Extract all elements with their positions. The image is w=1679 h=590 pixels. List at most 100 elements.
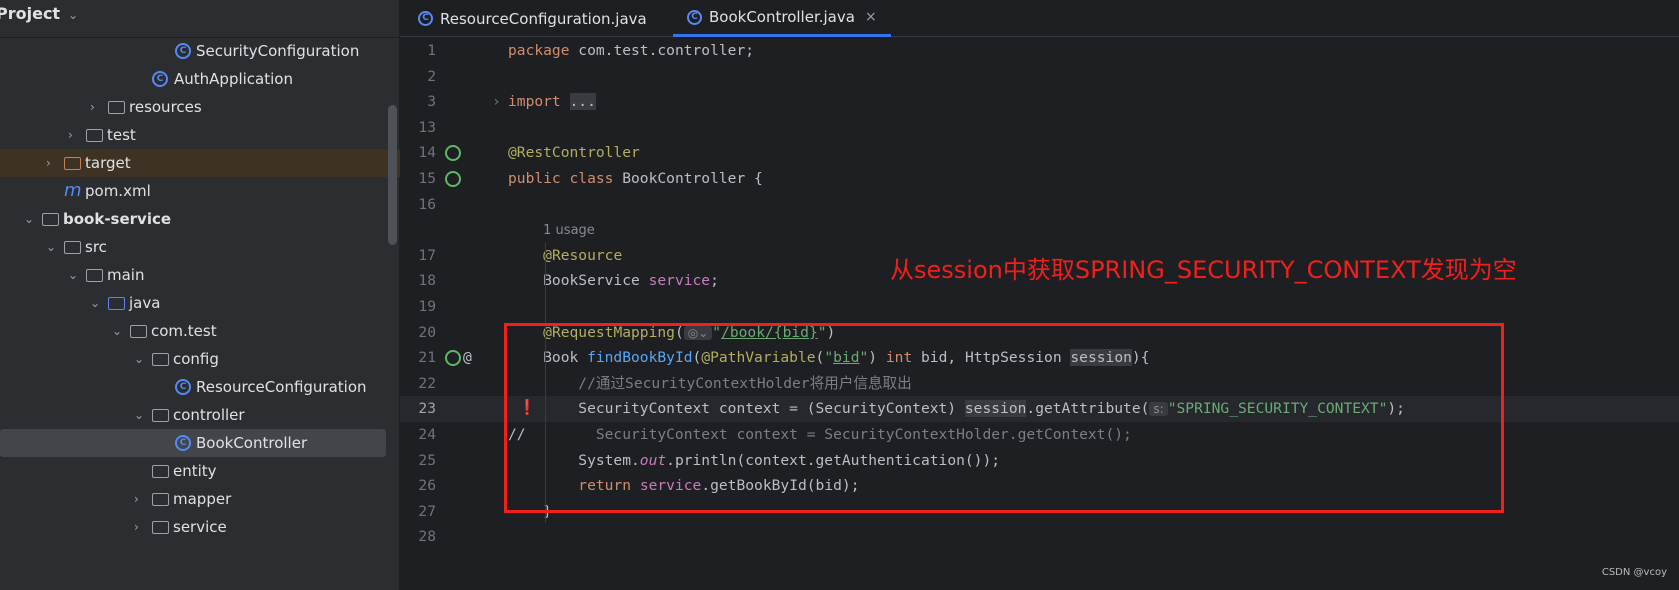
tree-item[interactable]: ⌄ controller [0, 401, 386, 429]
spring-bean-icon[interactable] [445, 145, 461, 162]
code-text: 1 usage [508, 217, 595, 244]
package-icon [152, 521, 169, 534]
tree-item-label: SecurityConfiguration [196, 42, 360, 60]
tree-item[interactable]: C AuthApplication [0, 65, 386, 93]
tree-item[interactable]: entity [0, 457, 386, 485]
tree-item[interactable]: ⌄ main [0, 261, 386, 289]
project-title: Project [0, 4, 61, 23]
chevron-right-icon[interactable]: › [68, 121, 73, 149]
class-icon: C [687, 9, 702, 25]
class-icon: C [175, 43, 191, 59]
line-number: 19 [418, 298, 436, 315]
chevron-down-icon[interactable]: ⌄ [112, 317, 122, 345]
project-header[interactable]: Project ⌄ [0, 2, 78, 36]
tab-book-controller[interactable]: C BookController.java × [673, 0, 891, 37]
tree-item-label: pom.xml [85, 182, 151, 200]
code-line[interactable]: 16 [400, 192, 1679, 218]
tree-item-label: AuthApplication [174, 70, 293, 88]
chevron-down-icon[interactable]: ⌄ [24, 205, 34, 233]
tree-item[interactable]: ⌄ book-service [0, 205, 386, 233]
line-number: 15 [418, 170, 436, 187]
line-number: 18 [418, 272, 436, 290]
tab-resource-configuration[interactable]: C ResourceConfiguration.java [418, 0, 647, 37]
highlight-box [504, 323, 1504, 513]
tree-item[interactable]: ⌄ java [0, 289, 386, 317]
endpoint-icon[interactable] [445, 350, 461, 367]
line-number: 23 [418, 400, 436, 418]
code-line[interactable]: 1 usage [400, 217, 1679, 243]
tree-item[interactable]: › resources [0, 93, 386, 121]
sidebar-scrollbar[interactable] [388, 105, 397, 245]
tree-item[interactable]: › test [0, 121, 386, 149]
tree-item-label: test [107, 126, 136, 144]
class-icon: C [175, 435, 191, 451]
tree-item[interactable]: C SecurityConfiguration [0, 37, 386, 65]
line-number: 3 [427, 93, 436, 111]
chevron-right-icon[interactable]: › [90, 93, 95, 121]
folder-icon [64, 241, 81, 254]
code-text: package com.test.controller; [508, 42, 755, 59]
line-number: 20 [418, 323, 436, 341]
code-line[interactable]: 28 [400, 524, 1679, 550]
folder-icon [86, 129, 103, 142]
chevron-down-icon: ⌄ [68, 8, 79, 22]
usage-hint[interactable]: 1 usage [543, 223, 595, 238]
code-text: public class BookController { [508, 170, 763, 187]
tree-item[interactable]: m pom.xml [0, 177, 386, 205]
tree-item-label: resources [129, 98, 202, 116]
chevron-down-icon[interactable]: ⌄ [68, 261, 78, 289]
fold-chevron-icon[interactable]: › [492, 89, 501, 115]
tab-label: BookController.java [709, 8, 855, 26]
code-line[interactable]: 1 package com.test.controller; [400, 38, 1679, 64]
chevron-down-icon[interactable]: ⌄ [134, 401, 144, 429]
code-line[interactable]: 3 › import ... [400, 89, 1679, 115]
tree-item-label: java [129, 294, 161, 312]
line-number: 22 [418, 374, 436, 392]
spring-bean-icon[interactable] [445, 171, 461, 187]
tree-item-label: controller [173, 406, 245, 424]
tree-item-label: entity [173, 462, 217, 480]
code-text: @RestController [508, 144, 640, 162]
code-line[interactable]: 15 public class BookController { [400, 166, 1679, 192]
tree-item[interactable]: › service [0, 513, 386, 541]
tree-item-label: main [107, 266, 145, 284]
line-number: 2 [427, 67, 436, 85]
spring-app-icon: C [152, 71, 168, 87]
code-line[interactable]: 14 @RestController [400, 140, 1679, 166]
tree-item[interactable]: C ResourceConfiguration [0, 373, 386, 401]
project-panel: Project ⌄ C SecurityConfiguration C AuthAppl… [0, 0, 400, 590]
line-number: 28 [418, 528, 436, 546]
line-number: 1 [427, 42, 436, 59]
line-number: 16 [418, 195, 436, 213]
tree-item[interactable]: › target [0, 149, 400, 177]
line-number: 26 [418, 477, 436, 495]
line-number: 17 [418, 246, 436, 264]
tree-item[interactable]: ⌄ config [0, 345, 386, 373]
source-folder-icon [108, 297, 125, 310]
tree-item-label: BookController [196, 434, 308, 452]
chevron-right-icon[interactable]: › [46, 149, 51, 177]
code-line[interactable]: 2 [400, 64, 1679, 90]
tree-item[interactable]: ⌄ com.test [0, 317, 386, 345]
code-line[interactable]: 19 [400, 294, 1679, 320]
tree-item[interactable]: › mapper [0, 485, 386, 513]
chevron-right-icon[interactable]: › [134, 485, 139, 513]
line-number: 27 [418, 502, 436, 520]
tree-item[interactable]: C BookController [0, 429, 386, 457]
close-icon[interactable]: × [865, 3, 877, 31]
annotation-text: 从session中获取SPRING_SECURITY_CONTEXT发现为空 [890, 256, 1517, 284]
chevron-down-icon[interactable]: ⌄ [134, 345, 144, 373]
at-icon[interactable]: @ [463, 345, 472, 371]
chevron-right-icon[interactable]: › [134, 513, 139, 541]
chevron-down-icon[interactable]: ⌄ [90, 289, 100, 317]
tree-item-label: target [85, 154, 131, 172]
class-icon: C [418, 11, 433, 26]
tree-item[interactable]: ⌄ src [0, 233, 386, 261]
chevron-down-icon[interactable]: ⌄ [46, 233, 56, 261]
package-icon [152, 353, 169, 366]
maven-icon: m [64, 180, 82, 201]
class-icon: C [175, 379, 191, 395]
code-line[interactable]: 13 [400, 115, 1679, 141]
line-number: 24 [418, 426, 436, 443]
package-icon [152, 493, 169, 506]
